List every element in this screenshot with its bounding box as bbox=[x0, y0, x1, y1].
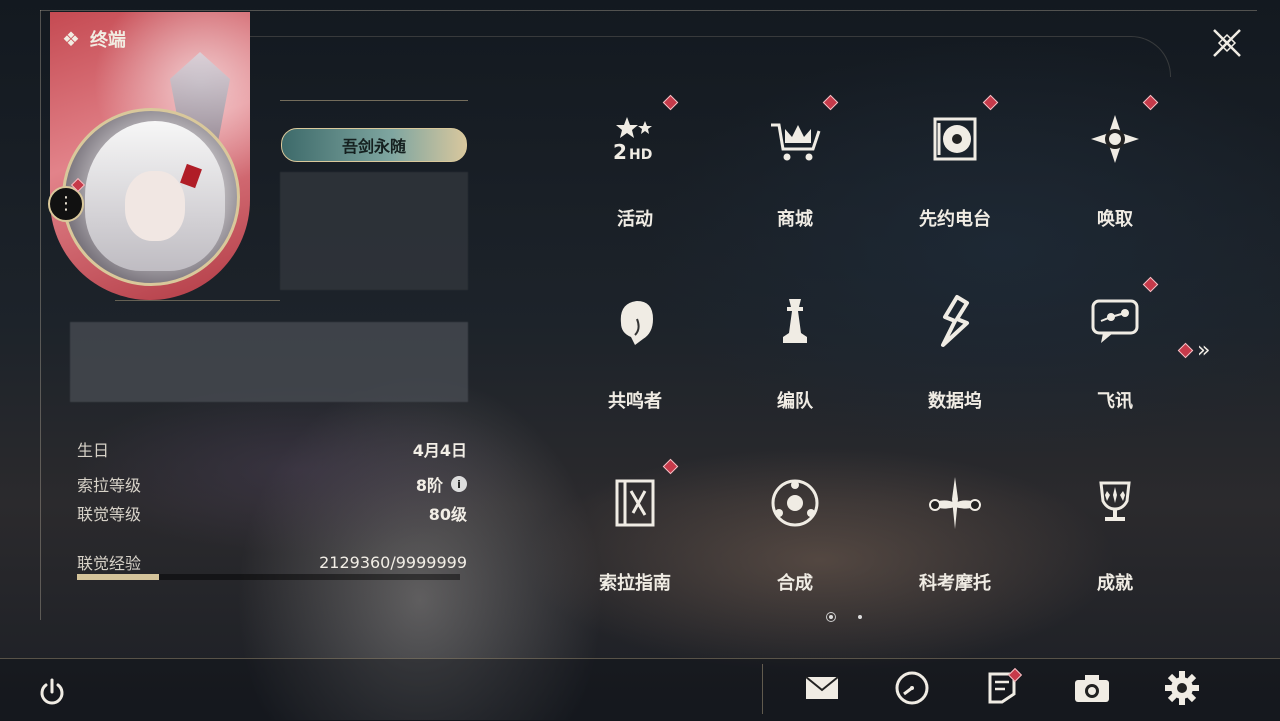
menu-item-label: 成就 bbox=[1097, 573, 1133, 594]
mail-icon bbox=[804, 673, 840, 707]
radio-vinyl-icon bbox=[923, 107, 987, 171]
clock-icon bbox=[894, 670, 930, 710]
menu-item[interactable]: 唤取 bbox=[1040, 85, 1190, 255]
sola-level-value-wrap: 8阶 i bbox=[416, 472, 467, 496]
menu-item-label: 索拉指南 bbox=[599, 573, 671, 594]
menu-item-label: 数据坞 bbox=[928, 391, 982, 412]
birthday-label: 生日 bbox=[77, 441, 110, 460]
menu-item[interactable]: 索拉指南 bbox=[560, 449, 710, 619]
double-chevron-right-icon: » bbox=[1197, 337, 1211, 363]
power-icon bbox=[40, 678, 64, 705]
menu-item-label: 飞讯 bbox=[1097, 391, 1133, 412]
close-icon bbox=[1213, 29, 1241, 57]
settings-gear-button[interactable] bbox=[1162, 670, 1202, 710]
settings-gear-icon bbox=[1164, 670, 1200, 710]
clock-button[interactable] bbox=[892, 670, 932, 710]
menu-item[interactable]: 共鸣者 bbox=[560, 267, 710, 437]
avatar-face bbox=[125, 171, 185, 241]
summon-compass-icon bbox=[1083, 107, 1147, 171]
birthday-row: 生日 4月4日 bbox=[77, 437, 467, 461]
next-page-button[interactable]: » bbox=[1177, 337, 1211, 363]
menu-item[interactable]: 数据坞 bbox=[880, 267, 1030, 437]
camera-button[interactable] bbox=[1072, 672, 1112, 708]
frame-left-line bbox=[40, 10, 41, 620]
union-exp-value: 2129360/9999999 bbox=[319, 552, 467, 572]
sola-level-label: 索拉等级 bbox=[77, 476, 142, 495]
event-2hd-icon: 2 HD bbox=[603, 107, 667, 171]
menu-item[interactable]: 飞讯 bbox=[1040, 267, 1190, 437]
terminal-logo-icon: ❖ bbox=[62, 27, 80, 51]
frame-top-line bbox=[40, 10, 1257, 11]
guide-book-icon bbox=[603, 471, 667, 535]
data-bank-icon bbox=[923, 289, 987, 353]
sola-level-value: 8阶 bbox=[415, 476, 443, 495]
union-level-value: 80级 bbox=[428, 505, 467, 524]
synthesis-orb-icon bbox=[763, 471, 827, 535]
union-exp-bar bbox=[77, 574, 460, 580]
menu-item[interactable]: 2 HD 活动 bbox=[560, 85, 710, 255]
svg-text:2: 2 bbox=[613, 140, 627, 164]
resonator-portrait-icon bbox=[603, 289, 667, 353]
page-dot[interactable] bbox=[858, 615, 862, 619]
notice-button[interactable] bbox=[982, 667, 1023, 708]
svg-text:HD: HD bbox=[629, 147, 652, 163]
page-header: ❖ 终端 bbox=[62, 26, 126, 52]
union-level-label: 联觉等级 bbox=[77, 505, 142, 524]
union-exp-fill bbox=[77, 574, 159, 580]
portrait-underline bbox=[115, 300, 280, 301]
close-button[interactable] bbox=[1206, 22, 1248, 64]
menu-item-label: 编队 bbox=[777, 391, 813, 412]
next-page-badge bbox=[1177, 342, 1194, 358]
union-level-row: 联觉等级 80级 bbox=[77, 501, 467, 525]
avatar[interactable] bbox=[62, 108, 240, 286]
hidden-name-panel bbox=[280, 172, 468, 290]
info-icon[interactable]: i bbox=[451, 476, 467, 492]
menu-item-label: 商城 bbox=[777, 209, 813, 230]
mail-button[interactable] bbox=[802, 672, 842, 708]
menu-item[interactable]: 科考摩托 bbox=[880, 449, 1030, 619]
union-exp-row: 联觉经验 2129360/9999999 bbox=[77, 550, 467, 574]
menu-item[interactable]: 先约电台 bbox=[880, 85, 1030, 255]
page-title: 终端 bbox=[89, 30, 126, 51]
menu-item-label: 共鸣者 bbox=[608, 391, 662, 412]
achievement-trophy-icon bbox=[1083, 471, 1147, 535]
menu-item-label: 唤取 bbox=[1097, 209, 1133, 230]
menu-item-label: 科考摩托 bbox=[919, 573, 991, 594]
menu-item[interactable]: 合成 bbox=[720, 449, 870, 619]
menu-item-label: 先约电台 bbox=[919, 209, 991, 230]
hidden-signature-panel bbox=[70, 322, 468, 402]
power-button[interactable] bbox=[34, 674, 70, 710]
title-badge[interactable]: 吾剑永随 bbox=[281, 128, 467, 162]
sola-level-row: 索拉等级 8阶 i bbox=[77, 472, 467, 496]
team-chess-icon bbox=[763, 289, 827, 353]
bottom-separator bbox=[762, 664, 763, 714]
camera-icon bbox=[1073, 672, 1111, 708]
menu-item[interactable]: 编队 bbox=[720, 267, 870, 437]
name-divider bbox=[280, 100, 468, 101]
frame-arc bbox=[250, 36, 1171, 77]
menu-item[interactable]: 商城 bbox=[720, 85, 870, 255]
menu-item-label: 合成 bbox=[777, 573, 813, 594]
birthday-value: 4月4日 bbox=[412, 441, 467, 460]
page-indicator bbox=[826, 612, 862, 622]
union-exp-label: 联觉经验 bbox=[77, 554, 142, 573]
message-chat-icon bbox=[1083, 289, 1147, 353]
motorbike-icon bbox=[923, 471, 987, 535]
shop-crown-cart-icon bbox=[763, 107, 827, 171]
menu-item-label: 活动 bbox=[617, 209, 653, 230]
page-dot-active[interactable] bbox=[826, 612, 836, 622]
menu-item[interactable]: 成就 bbox=[1040, 449, 1190, 619]
